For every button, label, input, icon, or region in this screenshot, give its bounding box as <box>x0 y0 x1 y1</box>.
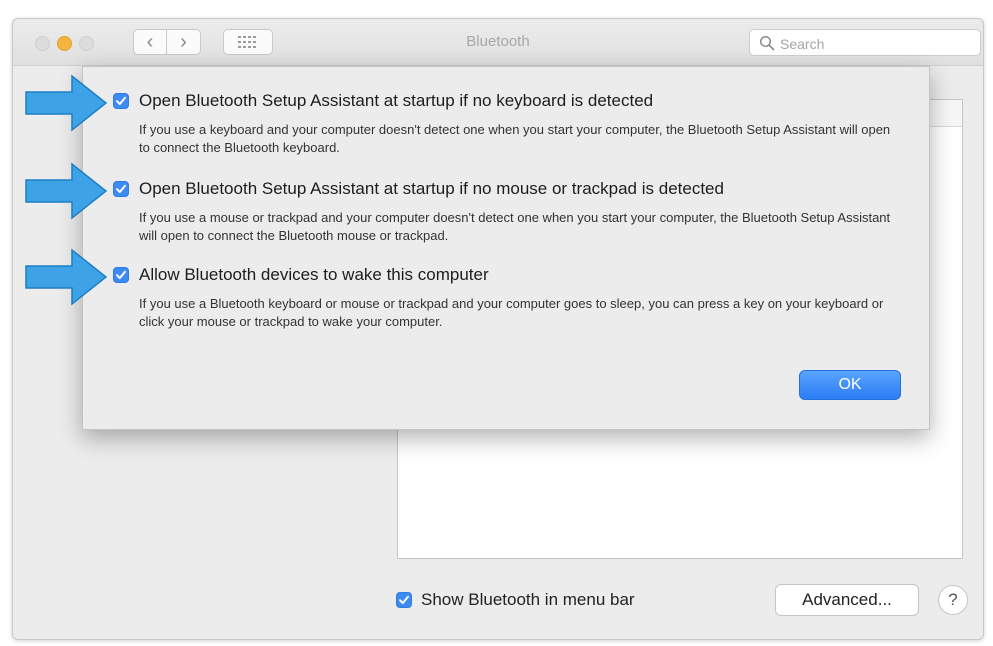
title-bar: ‹ › Bluetooth <box>13 19 983 66</box>
wake-computer-label[interactable]: Allow Bluetooth devices to wake this com… <box>139 265 489 285</box>
advanced-button[interactable]: Advanced... <box>775 584 919 616</box>
checkmark-icon <box>116 184 126 193</box>
checkmark-icon <box>116 270 126 279</box>
ok-button[interactable]: OK <box>799 370 901 400</box>
mouse-setup-label[interactable]: Open Bluetooth Setup Assistant at startu… <box>139 179 724 199</box>
show-in-menu-bar-row[interactable]: Show Bluetooth in menu bar <box>396 585 635 615</box>
show-in-menu-bar-checkbox[interactable] <box>396 592 412 608</box>
keyboard-setup-checkbox[interactable] <box>113 93 129 109</box>
keyboard-setup-label[interactable]: Open Bluetooth Setup Assistant at startu… <box>139 91 653 111</box>
checkmark-icon <box>399 595 409 604</box>
wake-computer-description: If you use a Bluetooth keyboard or mouse… <box>139 296 884 329</box>
keyboard-setup-description: If you use a keyboard and your computer … <box>139 122 891 155</box>
mouse-setup-description: If you use a mouse or trackpad and your … <box>139 210 891 243</box>
option-mouse-setup: Open Bluetooth Setup Assistant at startu… <box>113 179 903 245</box>
show-in-menu-bar-label: Show Bluetooth in menu bar <box>421 590 635 609</box>
help-button[interactable]: ? <box>938 585 968 615</box>
option-keyboard-setup: Open Bluetooth Setup Assistant at startu… <box>113 91 903 157</box>
arrow-pointer-icon <box>25 74 108 132</box>
wake-computer-checkbox[interactable] <box>113 267 129 283</box>
arrow-pointer-icon <box>25 162 108 220</box>
option-wake-computer: Allow Bluetooth devices to wake this com… <box>113 265 903 331</box>
search-icon <box>759 35 775 51</box>
arrow-pointer-icon <box>25 248 108 306</box>
search-input[interactable] <box>778 32 977 55</box>
advanced-settings-sheet: Open Bluetooth Setup Assistant at startu… <box>82 66 930 430</box>
checkmark-icon <box>116 96 126 105</box>
search-field[interactable] <box>749 29 981 56</box>
mouse-setup-checkbox[interactable] <box>113 181 129 197</box>
